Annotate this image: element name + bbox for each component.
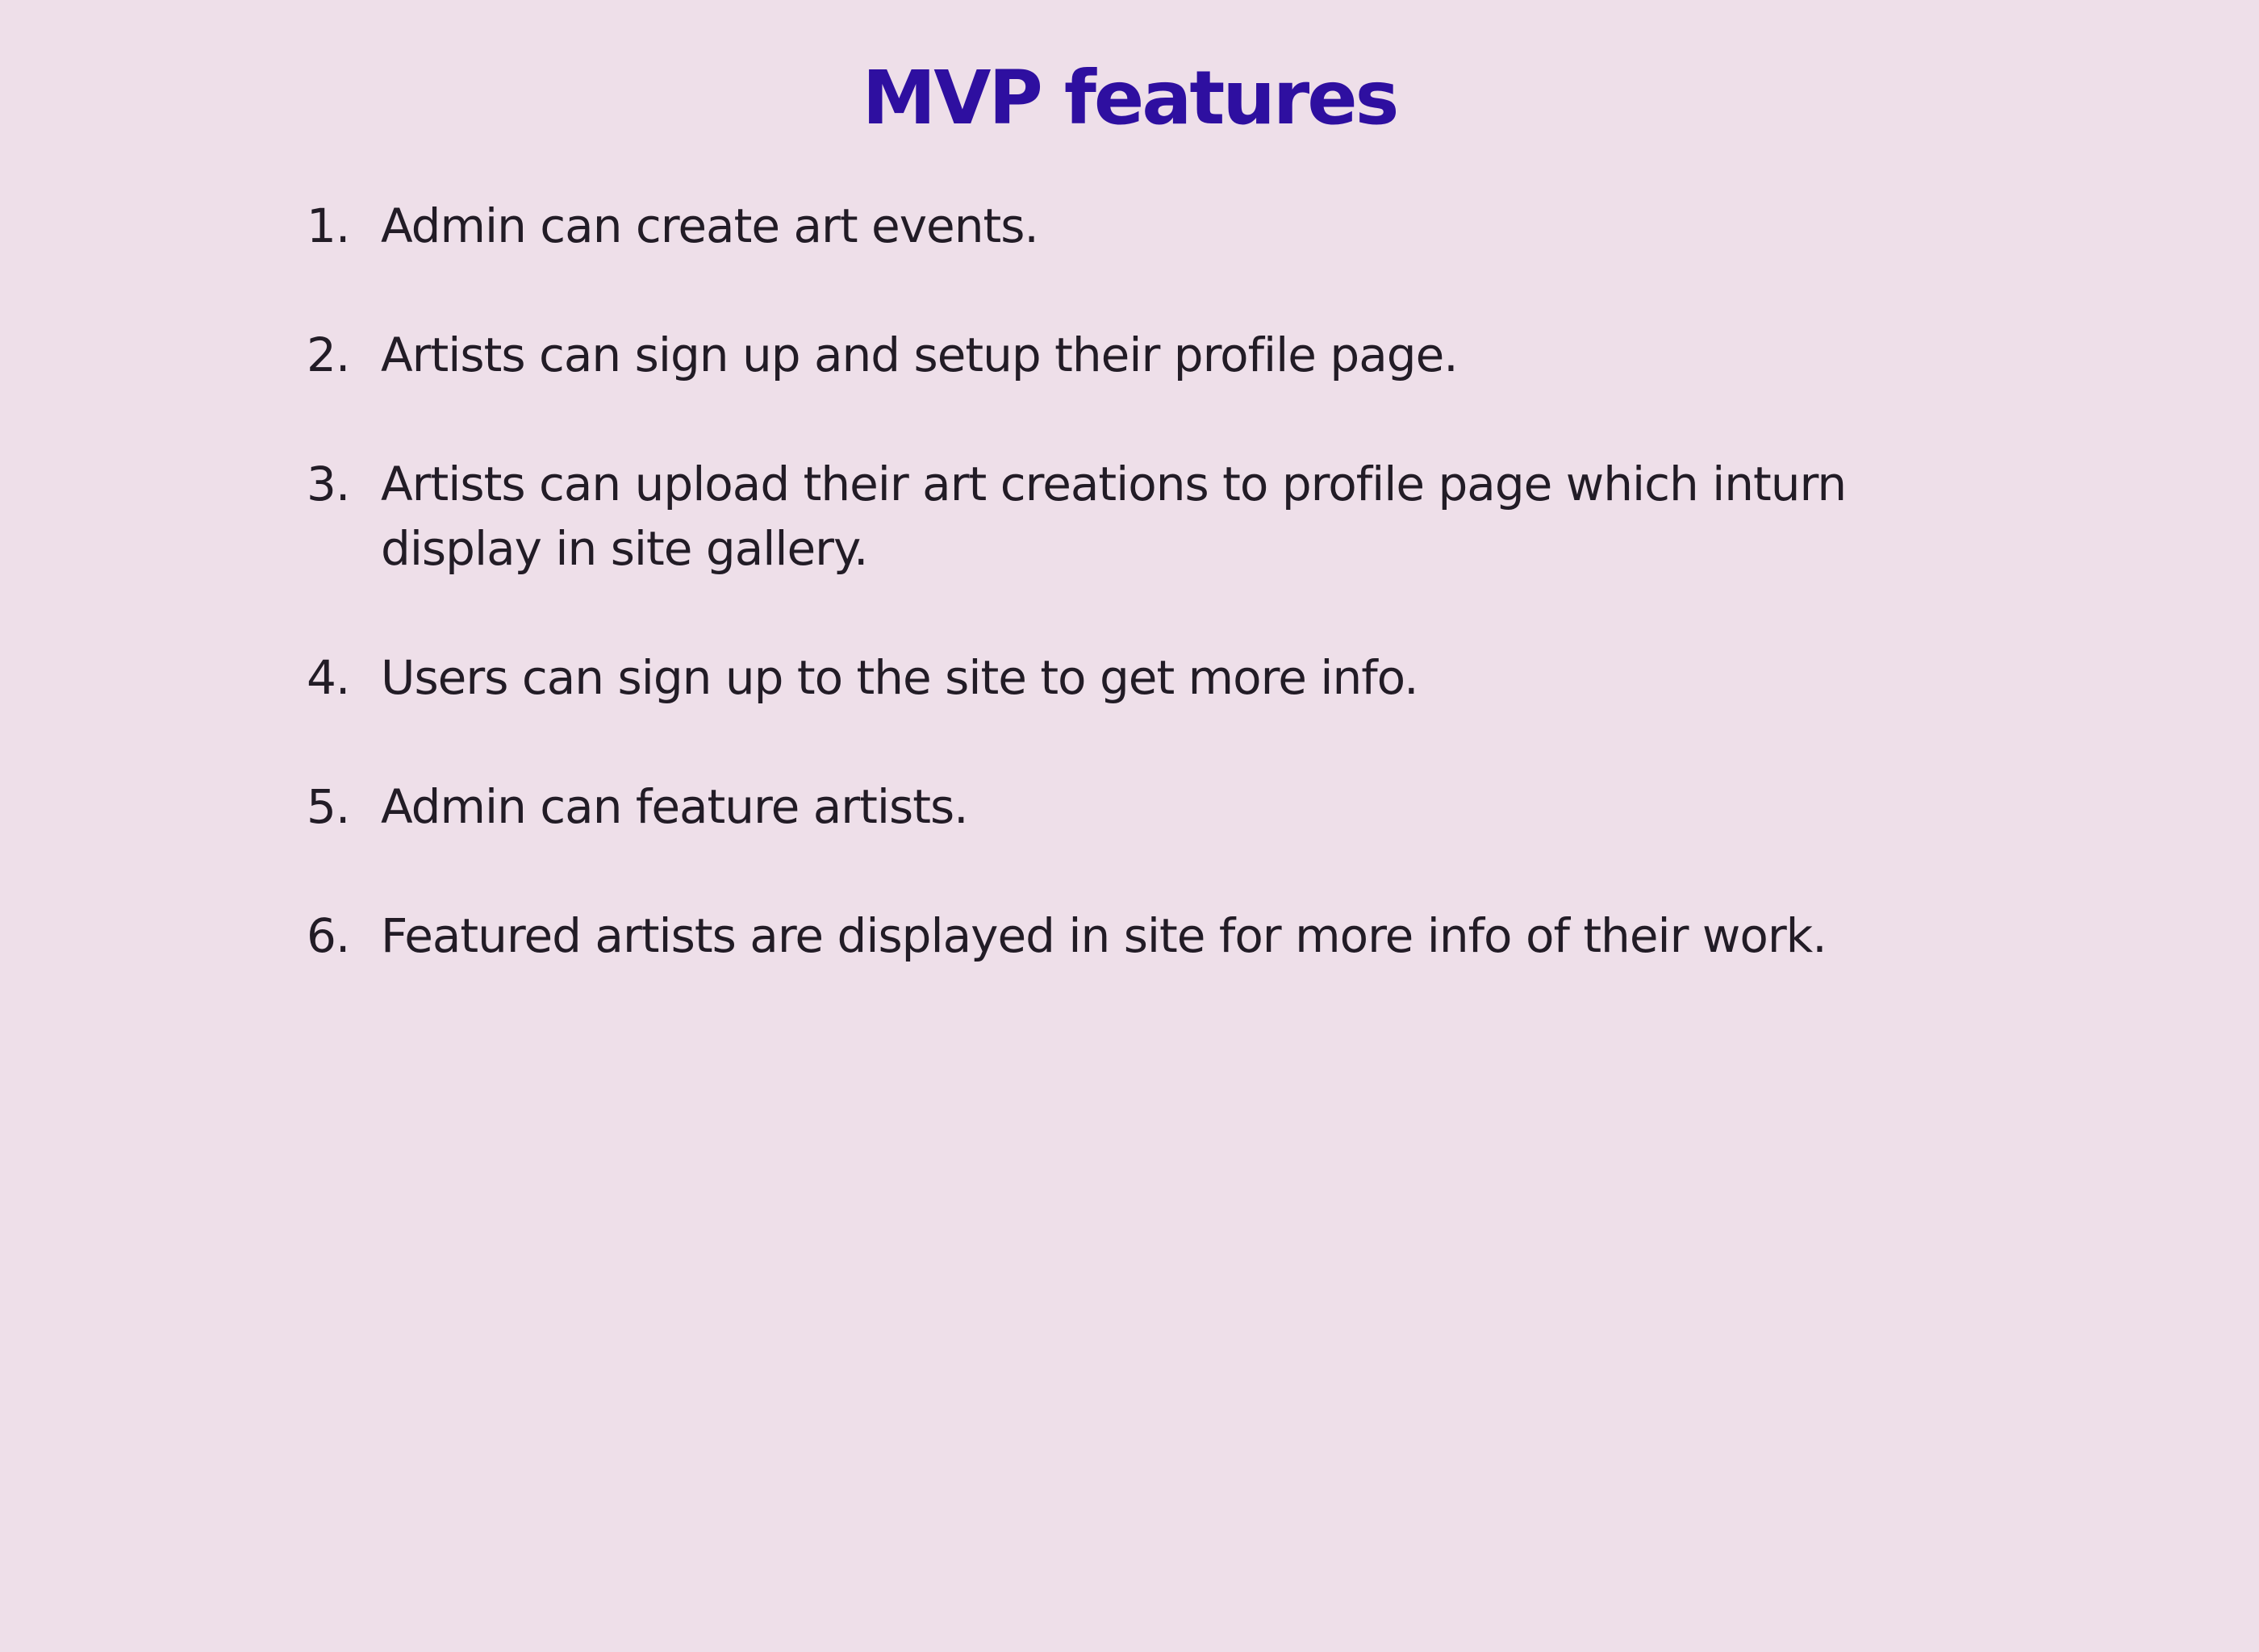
feature-list: 1. Admin can create art events. 2. Artis… — [307, 194, 1920, 1032]
feature-number: 5. — [307, 779, 350, 834]
feature-number: 2. — [307, 327, 350, 382]
feature-item-1: 1. Admin can create art events. — [307, 194, 1920, 258]
feature-text: Admin can feature artists. — [381, 779, 969, 834]
feature-item-3: 3. Artists can upload their art creation… — [307, 452, 1920, 581]
slide-title: MVP features — [862, 55, 1400, 141]
slide: MVP features 1. Admin can create art eve… — [0, 0, 2259, 1652]
feature-text: Artists can upload their art creations t… — [381, 457, 1847, 576]
feature-item-6: 6. Featured artists are displayed in sit… — [307, 903, 1920, 968]
feature-number: 3. — [307, 457, 350, 511]
feature-item-5: 5. Admin can feature artists. — [307, 774, 1920, 839]
feature-text: Artists can sign up and setup their prof… — [381, 327, 1459, 382]
feature-text: Featured artists are displayed in site f… — [381, 908, 1827, 963]
feature-number: 4. — [307, 650, 350, 705]
feature-item-2: 2. Artists can sign up and setup their p… — [307, 323, 1920, 387]
feature-number: 1. — [307, 198, 350, 253]
feature-text: Admin can create art events. — [381, 198, 1039, 253]
feature-number: 6. — [307, 908, 350, 963]
feature-text: Users can sign up to the site to get mor… — [381, 650, 1419, 705]
feature-item-4: 4. Users can sign up to the site to get … — [307, 645, 1920, 710]
